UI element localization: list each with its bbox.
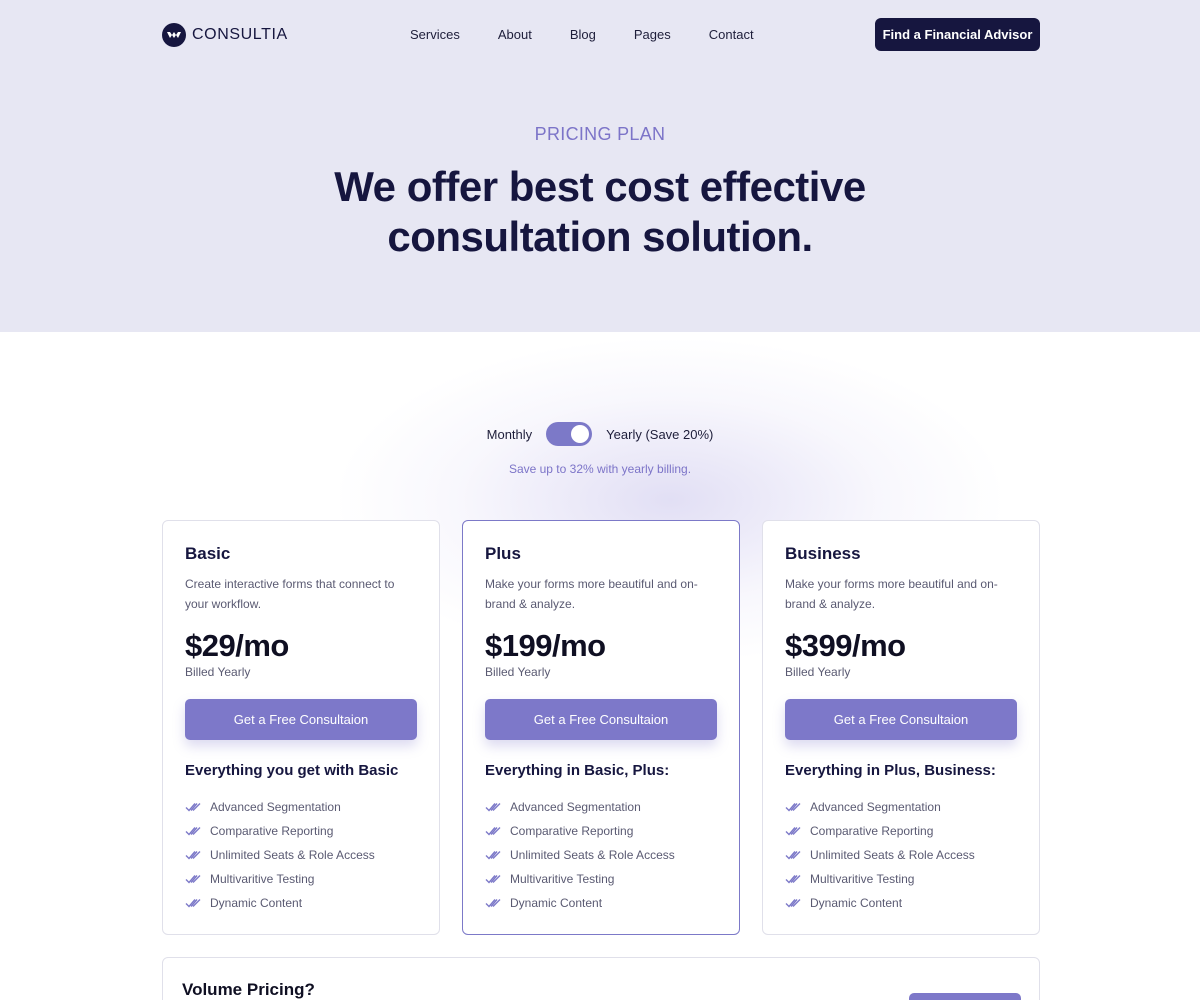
feature-label: Advanced Segmentation <box>510 800 641 814</box>
double-check-icon <box>785 899 801 908</box>
business-consultation-button[interactable]: Get a Free Consultaion <box>785 699 1017 740</box>
billing-switch[interactable] <box>546 422 593 446</box>
plan-billing-period: Billed Yearly <box>185 665 251 679</box>
feature-item: Comparative Reporting <box>485 819 717 843</box>
basic-consultation-button[interactable]: Get a Free Consultaion <box>185 699 417 740</box>
feature-label: Comparative Reporting <box>810 824 934 838</box>
plan-description: Make your forms more beautiful and on-br… <box>785 577 998 611</box>
plan-billing-period: Billed Yearly <box>485 665 551 679</box>
double-check-icon <box>785 803 801 812</box>
consultia-logo-icon <box>162 23 186 47</box>
pricing-card-basic: Basic Create interactive forms that conn… <box>162 520 440 935</box>
double-check-icon <box>185 803 201 812</box>
page-title: We offer best cost effective consultatio… <box>0 162 1200 262</box>
double-check-icon <box>485 803 501 812</box>
find-advisor-button[interactable]: Find a Financial Advisor <box>875 18 1040 51</box>
top-nav: CONSULTIA Services About Blog Pages Cont… <box>162 18 1040 52</box>
hero-section: CONSULTIA Services About Blog Pages Cont… <box>0 0 1200 332</box>
plus-consultation-button[interactable]: Get a Free Consultaion <box>485 699 717 740</box>
features-title: Everything you get with Basic <box>185 762 399 779</box>
feature-item: Dynamic Content <box>485 891 717 915</box>
feature-item: Advanced Segmentation <box>185 795 417 819</box>
double-check-icon <box>485 875 501 884</box>
double-check-icon <box>185 875 201 884</box>
plan-name: Business <box>785 544 861 563</box>
feature-label: Advanced Segmentation <box>210 800 341 814</box>
feature-label: Multivaritive Testing <box>810 872 915 886</box>
feature-item: Dynamic Content <box>785 891 1017 915</box>
double-check-icon <box>485 827 501 836</box>
feature-item: Multivaritive Testing <box>785 867 1017 891</box>
nav-link-about[interactable]: About <box>498 27 532 42</box>
feature-label: Unlimited Seats & Role Access <box>810 848 975 862</box>
features-title: Everything in Plus, Business: <box>785 762 996 779</box>
nav-link-blog[interactable]: Blog <box>570 27 596 42</box>
feature-item: Unlimited Seats & Role Access <box>485 843 717 867</box>
double-check-icon <box>485 851 501 860</box>
nav-link-pages[interactable]: Pages <box>634 27 671 42</box>
double-check-icon <box>485 899 501 908</box>
feature-item: Comparative Reporting <box>185 819 417 843</box>
feature-label: Dynamic Content <box>810 896 903 910</box>
double-check-icon <box>785 851 801 860</box>
feature-item: Comparative Reporting <box>785 819 1017 843</box>
plan-description: Create interactive forms that connect to… <box>185 577 395 611</box>
double-check-icon <box>185 827 201 836</box>
billing-toggle: Monthly Yearly (Save 20%) <box>0 422 1200 446</box>
plan-billing-period: Billed Yearly <box>785 665 851 679</box>
double-check-icon <box>185 899 201 908</box>
plan-name: Basic <box>185 544 231 563</box>
brand-logo[interactable]: CONSULTIA <box>162 22 288 48</box>
monthly-label[interactable]: Monthly <box>487 427 533 442</box>
plan-price: $399/mo <box>785 628 906 663</box>
plan-name: Plus <box>485 544 521 563</box>
yearly-savings-note: Save up to 32% with yearly billing. <box>508 462 692 476</box>
nav-links: Services About Blog Pages Contact <box>410 27 792 42</box>
feature-label: Multivaritive Testing <box>210 872 315 886</box>
double-check-icon <box>785 827 801 836</box>
switch-knob <box>571 425 590 443</box>
feature-label: Multivaritive Testing <box>510 872 615 886</box>
feature-label: Dynamic Content <box>510 896 603 910</box>
feature-item: Dynamic Content <box>185 891 417 915</box>
nav-link-services[interactable]: Services <box>410 27 460 42</box>
plan-price: $199/mo <box>485 628 606 663</box>
volume-pricing-button[interactable] <box>909 993 1021 1000</box>
feature-label: Dynamic Content <box>210 896 303 910</box>
volume-pricing-card: Volume Pricing? <box>162 957 1040 1000</box>
nav-link-contact[interactable]: Contact <box>709 27 754 42</box>
pricing-card-plus: Plus Make your forms more beautiful and … <box>462 520 740 935</box>
feature-label: Unlimited Seats & Role Access <box>510 848 675 862</box>
feature-item: Advanced Segmentation <box>485 795 717 819</box>
feature-item: Multivaritive Testing <box>485 867 717 891</box>
features-title: Everything in Basic, Plus: <box>485 762 670 779</box>
double-check-icon <box>185 851 201 860</box>
headline-line-2: consultation solution. <box>387 213 813 260</box>
plan-description: Make your forms more beautiful and on-br… <box>485 577 698 611</box>
double-check-icon <box>785 875 801 884</box>
feature-list: Advanced Segmentation Comparative Report… <box>485 795 717 915</box>
plan-price: $29/mo <box>185 628 289 663</box>
headline-line-1: We offer best cost effective <box>334 163 866 210</box>
feature-item: Unlimited Seats & Role Access <box>785 843 1017 867</box>
feature-label: Comparative Reporting <box>210 824 334 838</box>
volume-pricing-title: Volume Pricing? <box>182 980 315 999</box>
feature-label: Advanced Segmentation <box>810 800 941 814</box>
brand-name: CONSULTIA <box>192 26 288 43</box>
pricing-card-business: Business Make your forms more beautiful … <box>762 520 1040 935</box>
feature-item: Advanced Segmentation <box>785 795 1017 819</box>
yearly-label[interactable]: Yearly (Save 20%) <box>606 427 713 442</box>
feature-label: Comparative Reporting <box>510 824 634 838</box>
feature-list: Advanced Segmentation Comparative Report… <box>785 795 1017 915</box>
feature-item: Multivaritive Testing <box>185 867 417 891</box>
feature-item: Unlimited Seats & Role Access <box>185 843 417 867</box>
feature-label: Unlimited Seats & Role Access <box>210 848 375 862</box>
section-eyebrow: PRICING PLAN <box>534 124 666 144</box>
feature-list: Advanced Segmentation Comparative Report… <box>185 795 417 915</box>
pricing-cards: Basic Create interactive forms that conn… <box>162 520 1040 935</box>
